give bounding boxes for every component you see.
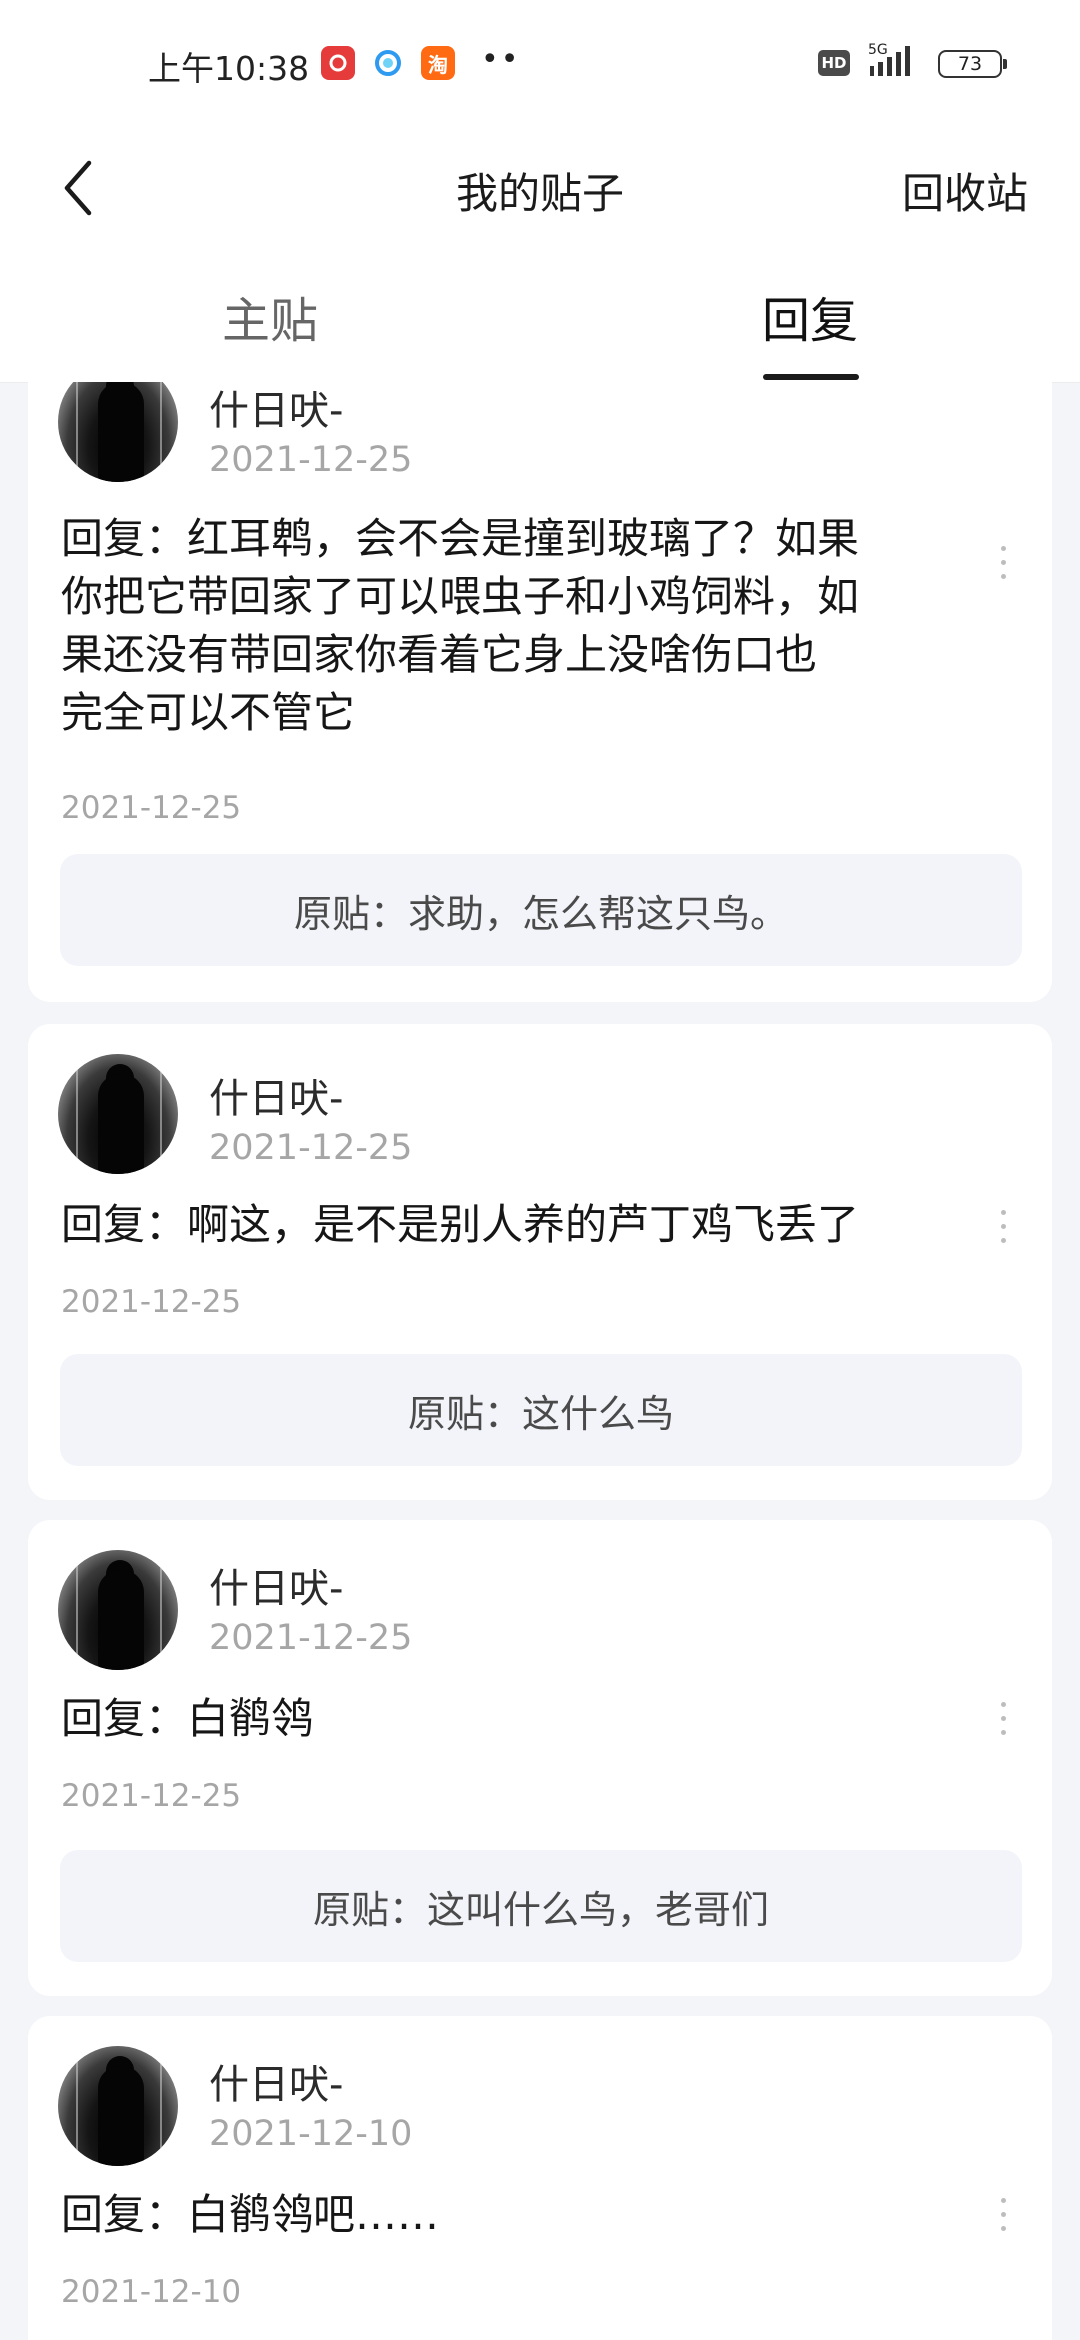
taobao-icon: 淘 xyxy=(421,46,455,80)
status-bar: 上午10:38 淘 •• HD 5G 73 xyxy=(0,0,1080,130)
more-options-icon[interactable] xyxy=(988,2184,1018,2244)
username[interactable]: 什日吠- xyxy=(209,1066,343,1124)
reply-list[interactable]: 什日吠- 2021-12-25 回复：红耳鹎，会不会是撞到玻璃了？如果 你把它带… xyxy=(0,382,1080,2340)
user-post-date: 2021-12-25 xyxy=(209,1618,413,1658)
chevron-left-icon xyxy=(64,160,92,216)
signal-icon xyxy=(870,46,910,76)
reply-text-line: 果还没有带回家你看着它身上没啥伤口也 xyxy=(61,630,818,679)
reply-text-line: 回复：红耳鹎，会不会是撞到玻璃了？如果 xyxy=(61,514,860,563)
tab-main-posts[interactable]: 主贴 xyxy=(0,250,540,382)
tab-bar: 主贴 回复 xyxy=(0,250,1080,383)
reply-text-line: 你把它带回家了可以喂虫子和小鸡饲料，如 xyxy=(61,572,860,621)
status-time: 上午10:38 xyxy=(148,49,310,88)
more-notifications-icon: •• xyxy=(481,42,521,77)
battery-indicator: 73 xyxy=(938,50,1007,78)
avatar[interactable] xyxy=(58,382,178,482)
reply-text[interactable]: 回复：白鹡鸰吧…… xyxy=(61,2186,941,2244)
reply-date: 2021-12-10 xyxy=(61,2274,242,2310)
avatar[interactable] xyxy=(58,1550,178,1670)
avatar[interactable] xyxy=(58,1054,178,1174)
active-tab-indicator xyxy=(763,374,859,380)
reply-text-line: 回复：白鹡鸰吧…… xyxy=(61,2190,440,2239)
netease-music-icon xyxy=(321,46,355,80)
reply-text-line: 回复：啊这，是不是别人养的芦丁鸡飞丢了 xyxy=(61,1200,860,1249)
hd-badge: HD xyxy=(818,50,850,76)
original-post-link[interactable]: 原贴：这什么鸟 xyxy=(60,1354,1022,1466)
reply-card[interactable]: 什日吠- 2021-12-25 回复：红耳鹎，会不会是撞到玻璃了？如果 你把它带… xyxy=(28,382,1052,1002)
reply-text[interactable]: 回复：红耳鹎，会不会是撞到玻璃了？如果 你把它带回家了可以喂虫子和小鸡饲料，如 … xyxy=(61,510,941,742)
user-post-date: 2021-12-25 xyxy=(209,440,413,480)
reply-text-line: 完全可以不管它 xyxy=(61,688,356,737)
reply-text[interactable]: 回复：白鹡鸰 xyxy=(61,1690,941,1748)
reply-text[interactable]: 回复：啊这，是不是别人养的芦丁鸡飞丢了 xyxy=(61,1196,941,1254)
original-post-link[interactable]: 原贴：求助，怎么帮这只鸟。 xyxy=(60,854,1022,966)
more-options-icon[interactable] xyxy=(988,1196,1018,1256)
username[interactable]: 什日吠- xyxy=(209,382,343,436)
recycle-bin-button[interactable]: 回收站 xyxy=(902,130,1028,250)
username[interactable]: 什日吠- xyxy=(209,1556,343,1614)
username[interactable]: 什日吠- xyxy=(209,2052,343,2110)
reply-card[interactable]: 什日吠- 2021-12-25 回复：啊这，是不是别人养的芦丁鸡飞丢了 2021… xyxy=(28,1024,1052,1500)
user-post-date: 2021-12-25 xyxy=(209,1128,413,1168)
qq-browser-icon xyxy=(371,46,405,80)
top-navigation-bar: 我的贴子 回收站 xyxy=(0,130,1080,250)
tab-replies[interactable]: 回复 xyxy=(540,250,1080,382)
back-button[interactable] xyxy=(48,138,108,238)
reply-text-line: 回复：白鹡鸰 xyxy=(61,1694,314,1743)
reply-date: 2021-12-25 xyxy=(61,1778,242,1814)
reply-card[interactable]: 什日吠- 2021-12-25 回复：白鹡鸰 2021-12-25 原贴：这叫什… xyxy=(28,1520,1052,1996)
avatar[interactable] xyxy=(58,2046,178,2166)
reply-date: 2021-12-25 xyxy=(61,1284,242,1320)
more-options-icon[interactable] xyxy=(988,1688,1018,1748)
more-options-icon[interactable] xyxy=(988,532,1018,592)
original-post-link[interactable]: 原贴：这叫什么鸟，老哥们 xyxy=(60,1850,1022,1962)
user-post-date: 2021-12-10 xyxy=(209,2114,413,2154)
reply-date: 2021-12-25 xyxy=(61,790,242,826)
reply-card[interactable]: 什日吠- 2021-12-10 回复：白鹡鸰吧…… 2021-12-10 xyxy=(28,2016,1052,2340)
